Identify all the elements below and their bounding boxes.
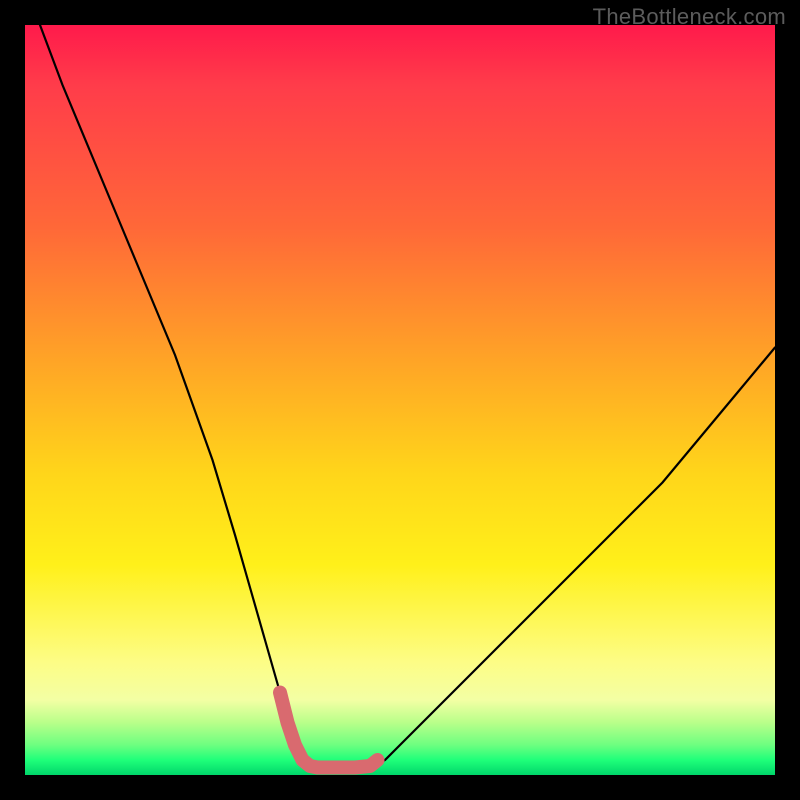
chart-svg <box>25 25 775 775</box>
plot-area <box>25 25 775 775</box>
bottleneck-curve <box>40 25 775 768</box>
outer-black-frame: TheBottleneck.com <box>0 0 800 800</box>
optimal-range-overlay <box>280 693 378 768</box>
